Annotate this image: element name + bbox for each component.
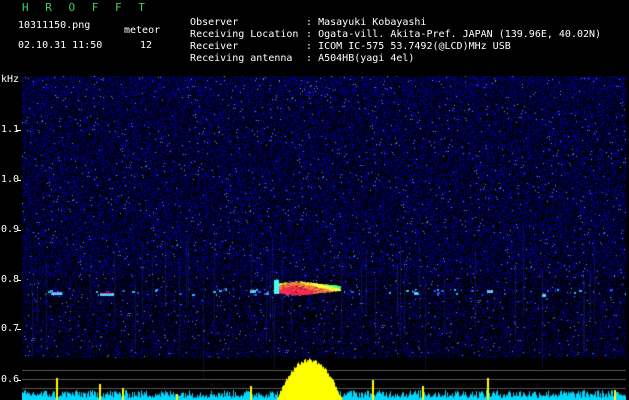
datetime: 02.10.31 11:50 xyxy=(18,40,103,51)
y-tick-mark xyxy=(17,230,21,231)
y-tick-mark xyxy=(17,130,21,131)
spectrogram-waterfall xyxy=(22,76,626,400)
app-title: H R O F F T xyxy=(22,1,150,14)
y-tick-mark xyxy=(17,380,21,381)
spectrogram-panel xyxy=(22,76,626,400)
file-name: 10311150.png xyxy=(18,20,91,31)
meteor-label: meteor xyxy=(124,25,161,36)
info-value: : A504HB(yagi 4el) xyxy=(306,53,415,64)
info-label: Receiving antenna xyxy=(190,53,293,64)
info-antenna: Receiving antenna : A504HB(yagi 4el) xyxy=(178,41,414,65)
meteor-count: 12 xyxy=(140,40,153,51)
y-tick-mark xyxy=(17,180,21,181)
y-axis-unit: kHz xyxy=(1,74,20,85)
y-tick-mark xyxy=(17,329,21,330)
y-tick-mark xyxy=(17,280,21,281)
